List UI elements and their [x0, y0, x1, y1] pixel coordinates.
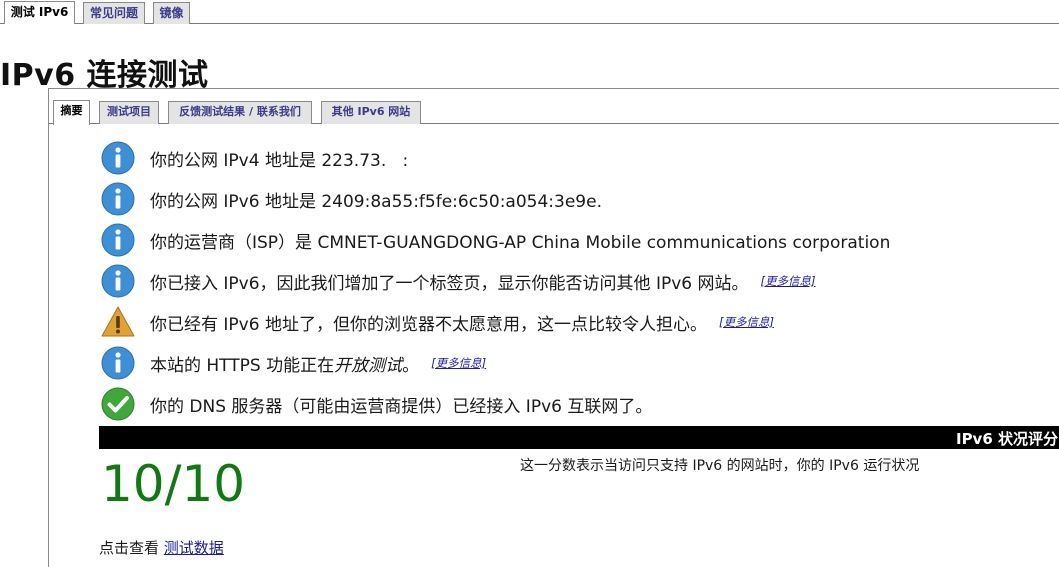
- row-text: 你已接入 IPv6，因此我们增加了一个标签页，显示你能否访问其他 IPv6 网站…: [150, 273, 749, 294]
- result-row-ipv6: 你的公网 IPv6 地址是 2409:8a55:f5fe:6c50:a054:3…: [101, 182, 640, 216]
- row-text-emphasis: 开放测试: [334, 355, 403, 376]
- sub-tab-bar: 摘要 测试项目 反馈测试结果 / 联系我们 其他 IPv6 网站: [49, 99, 1059, 125]
- footer-text: 点击查看: [99, 539, 160, 557]
- tab-summary[interactable]: 摘要: [53, 100, 90, 125]
- warning-icon: [101, 306, 135, 337]
- score-header-bar: IPv6 状况评分: [99, 426, 1059, 449]
- row-text-part: 本站的 HTTPS 功能正在: [150, 355, 335, 376]
- more-info-link[interactable]: [更多信息]: [761, 273, 816, 289]
- row-text: 你的公网 IPv4 地址是 223.73. :: [150, 150, 425, 171]
- score-description: 这一分数表示当访问只支持 IPv6 的网站时，你的 IPv6 运行状况: [520, 458, 920, 474]
- info-icon: [101, 223, 135, 257]
- score-label: IPv6 状况评分: [955, 430, 1058, 448]
- test-data-link[interactable]: 测试数据: [164, 539, 224, 557]
- more-info-link[interactable]: [更多信息]: [719, 314, 774, 330]
- tab-mirrors[interactable]: 镜像: [153, 2, 190, 24]
- footer: 点击查看 测试数据: [99, 537, 224, 558]
- score-value: 10/10: [101, 455, 246, 513]
- content-frame: 摘要 测试项目 反馈测试结果 / 联系我们 其他 IPv6 网站 你的公网 IP…: [48, 88, 1059, 567]
- row-text: 你的运营商（ISP）是 CMNET-GUANGDONG-AP China Mob…: [150, 232, 891, 253]
- checkmark-icon: [101, 387, 135, 421]
- result-row-dns: 你的 DNS 服务器（可能由运营商提供）已经接入 IPv6 互联网了。: [101, 387, 652, 421]
- row-text: 你已经有 IPv6 地址了，但你的浏览器不太愿意用，这一点比较令人担心。: [150, 314, 707, 335]
- top-tab-bar: 测试 IPv6 常见问题 镜像: [0, 0, 1059, 24]
- row-text: 你的 DNS 服务器（可能由运营商提供）已经接入 IPv6 互联网了。: [150, 396, 653, 417]
- tab-feedback-contact[interactable]: 反馈测试结果 / 联系我们: [168, 101, 312, 124]
- result-row-https: 本站的 HTTPS 功能正在开放测试。 [更多信息]: [101, 346, 486, 380]
- row-text: 本站的 HTTPS 功能正在开放测试。: [150, 351, 419, 376]
- info-icon: [101, 264, 135, 298]
- result-row-browser-warning: 你已经有 IPv6 地址了，但你的浏览器不太愿意用，这一点比较令人担心。 [更多…: [101, 305, 774, 339]
- row-text-part: 。: [402, 355, 420, 376]
- tab-test-items[interactable]: 测试项目: [99, 101, 159, 124]
- result-row-ipv6-tab: 你已接入 IPv6，因此我们增加了一个标签页，显示你能否访问其他 IPv6 网站…: [101, 264, 815, 298]
- info-icon: [101, 141, 135, 175]
- tab-test-ipv6[interactable]: 测试 IPv6: [4, 1, 75, 24]
- row-text: 你的公网 IPv6 地址是 2409:8a55:f5fe:6c50:a054:3…: [150, 191, 640, 212]
- info-icon: [101, 346, 135, 380]
- result-row-ipv4: 你的公网 IPv4 地址是 223.73. :: [101, 141, 424, 175]
- tab-faq[interactable]: 常见问题: [83, 2, 145, 24]
- info-icon: [101, 182, 135, 216]
- tab-other-ipv6-sites[interactable]: 其他 IPv6 网站: [321, 101, 421, 124]
- more-info-link[interactable]: [更多信息]: [431, 355, 486, 371]
- result-row-isp: 你的运营商（ISP）是 CMNET-GUANGDONG-AP China Mob…: [101, 223, 890, 257]
